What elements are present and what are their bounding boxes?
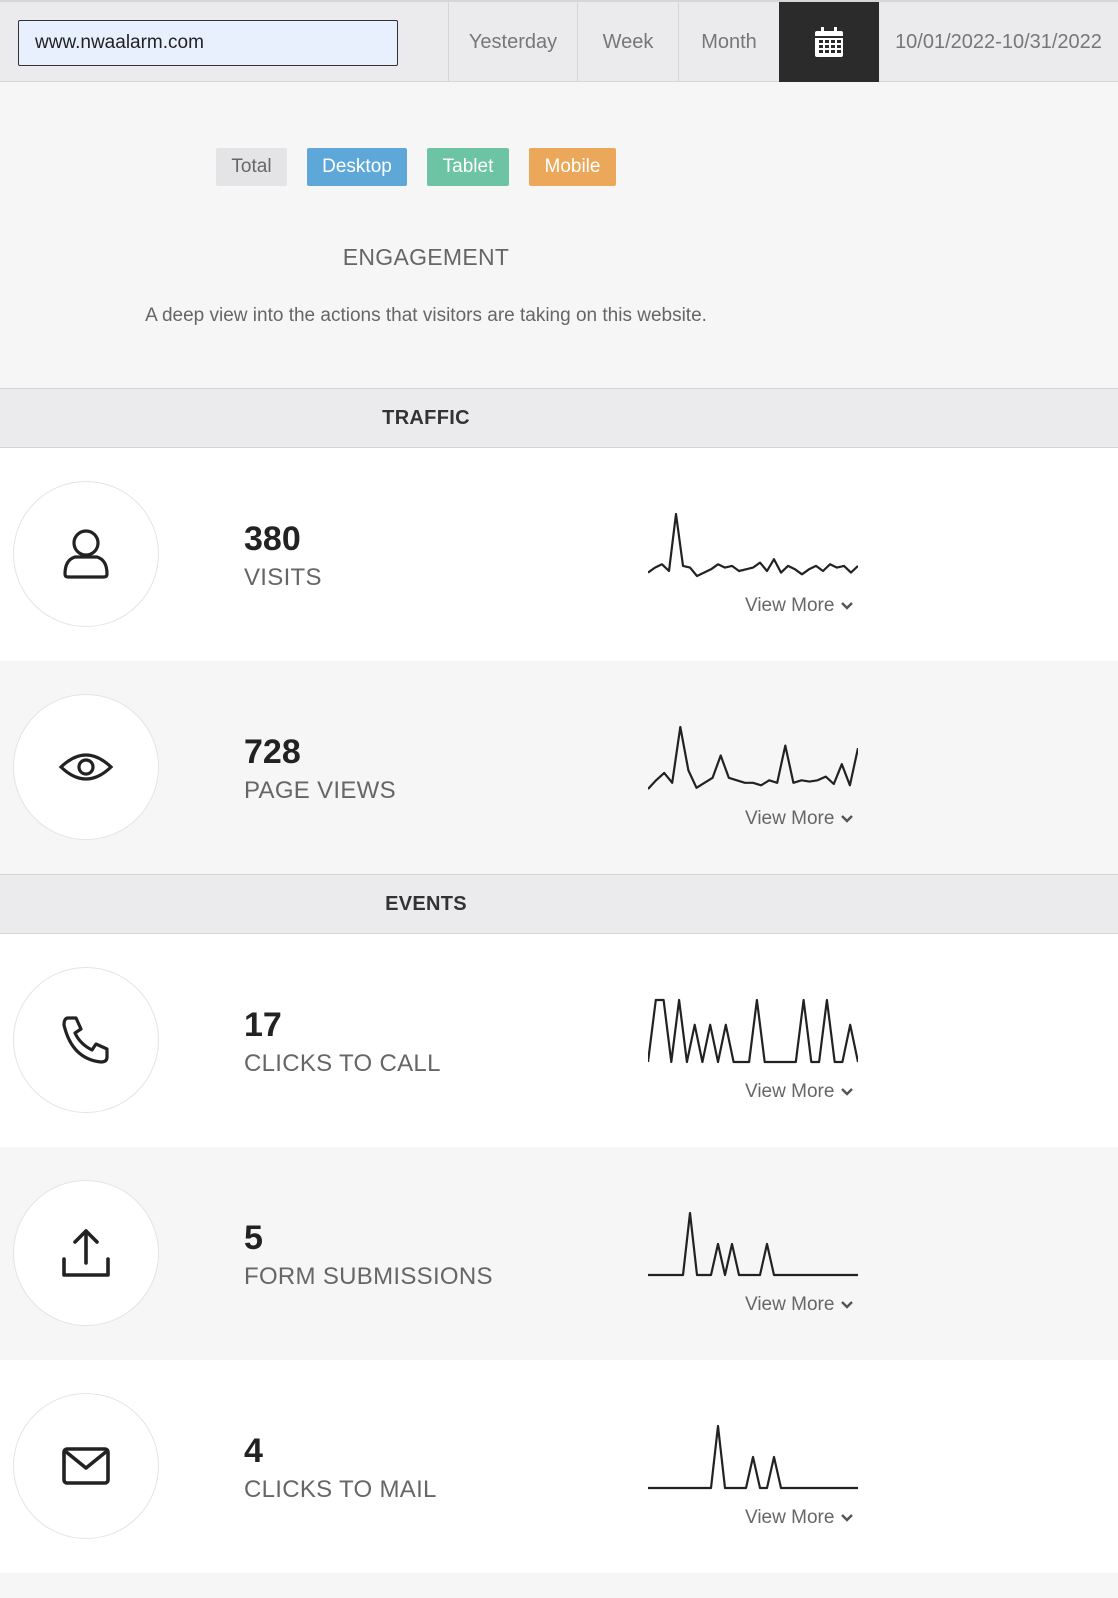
calls-value: 17: [244, 1006, 282, 1044]
pageviews-label: PAGE VIEWS: [244, 777, 396, 804]
filter-tablet-button[interactable]: Tablet: [427, 148, 509, 186]
filter-mobile-button[interactable]: Mobile: [529, 148, 616, 186]
top-toolbar: Yesterday Week Month 10/01/2022-10/31/20…: [0, 0, 1118, 82]
chevron-down-icon: [841, 1301, 854, 1309]
forms-icon-circle: [13, 1180, 159, 1326]
traffic-section-header: TRAFFIC: [0, 388, 1118, 448]
calls-icon-circle: [13, 967, 159, 1113]
forms-label: FORM SUBMISSIONS: [244, 1263, 493, 1290]
visits-view-more-link[interactable]: View More: [745, 593, 865, 619]
mail-icon-circle: [13, 1393, 159, 1539]
forms-value: 5: [244, 1219, 263, 1257]
range-yesterday-button[interactable]: Yesterday: [448, 2, 577, 82]
filter-total-button[interactable]: Total: [216, 148, 287, 186]
calls-sparkline-line: [648, 998, 858, 1064]
engagement-title: ENGAGEMENT: [342, 244, 510, 270]
bottom-spacer: [0, 1573, 1118, 1598]
engagement-description: A deep view into the actions that visito…: [145, 305, 707, 326]
view-more-label: View More: [745, 595, 835, 616]
upload-icon: [62, 1229, 110, 1277]
date-range-label: 10/01/2022-10/31/2022: [895, 30, 1102, 53]
range-week-button[interactable]: Week: [577, 2, 678, 82]
chevron-down-icon: [841, 602, 854, 610]
mail-sparkline: [648, 1424, 858, 1490]
metric-row-pageviews: 728 PAGE VIEWS View More: [0, 661, 1118, 874]
visits-value: 380: [244, 520, 301, 558]
calls-label: CLICKS TO CALL: [244, 1050, 441, 1077]
visits-label: VISITS: [244, 564, 322, 591]
calendar-button[interactable]: [779, 2, 879, 82]
mail-view-more-link[interactable]: View More: [745, 1505, 865, 1531]
mail-label: CLICKS TO MAIL: [244, 1476, 437, 1503]
pageviews-sparkline-line: [648, 725, 858, 790]
view-more-label: View More: [745, 1294, 835, 1315]
visits-icon-circle: [13, 481, 159, 627]
calendar-icon: [815, 27, 843, 57]
calls-view-more-link[interactable]: View More: [745, 1079, 865, 1105]
metric-row-visits: 380 VISITS View More: [0, 448, 1118, 661]
view-more-label: View More: [745, 808, 835, 829]
chevron-down-icon: [841, 815, 854, 823]
pageviews-icon-circle: [13, 694, 159, 840]
metric-row-calls: 17 CLICKS TO CALL View More: [0, 934, 1118, 1147]
pageviews-value: 728: [244, 733, 301, 771]
view-more-label: View More: [745, 1507, 835, 1528]
forms-sparkline-line: [648, 1211, 858, 1277]
filter-desktop-button[interactable]: Desktop: [307, 148, 407, 186]
user-icon: [63, 529, 109, 579]
view-more-label: View More: [745, 1081, 835, 1102]
mail-value: 4: [244, 1432, 263, 1470]
traffic-section-title: TRAFFIC: [382, 406, 470, 429]
visits-sparkline: [648, 512, 858, 578]
forms-sparkline: [648, 1211, 858, 1277]
eye-icon: [58, 753, 114, 781]
metric-row-forms: 5 FORM SUBMISSIONS View More: [0, 1147, 1118, 1360]
chevron-down-icon: [841, 1088, 854, 1096]
range-month-button[interactable]: Month: [678, 2, 779, 82]
visits-sparkline-line: [648, 512, 858, 578]
forms-view-more-link[interactable]: View More: [745, 1292, 865, 1318]
mail-sparkline-line: [648, 1424, 858, 1490]
pageviews-view-more-link[interactable]: View More: [745, 806, 865, 832]
calls-sparkline: [648, 998, 858, 1064]
events-section-header: EVENTS: [0, 874, 1118, 934]
phone-icon: [62, 1016, 109, 1064]
mail-icon: [62, 1447, 110, 1485]
pageviews-sparkline: [648, 725, 858, 790]
events-section-title: EVENTS: [385, 892, 467, 915]
metric-row-mail: 4 CLICKS TO MAIL View More: [0, 1360, 1118, 1573]
site-url-input[interactable]: [18, 20, 398, 66]
chevron-down-icon: [841, 1514, 854, 1522]
